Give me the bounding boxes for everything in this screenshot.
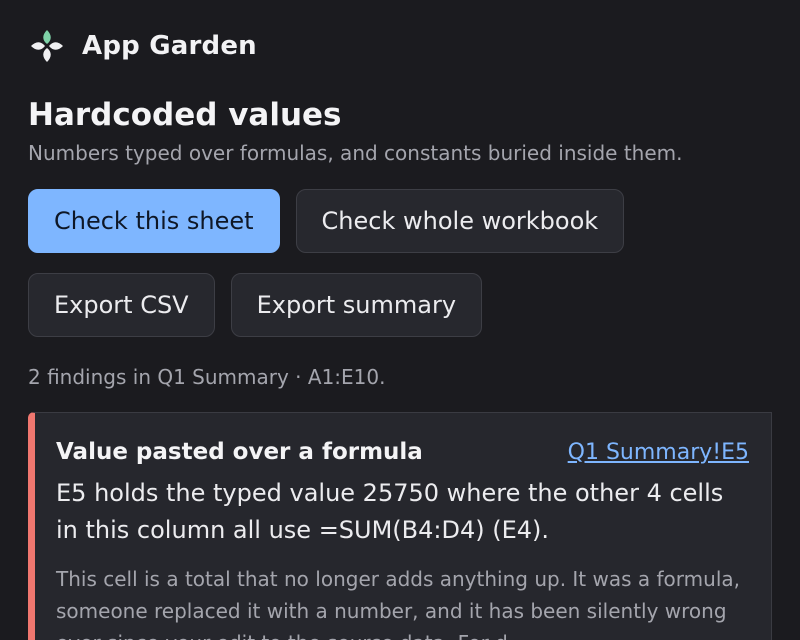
finding-title: Value pasted over a formula	[56, 439, 423, 465]
check-workbook-button[interactable]: Check whole workbook	[295, 189, 625, 253]
finding-description: E5 holds the typed value 25750 where the…	[56, 479, 724, 544]
export-summary-button[interactable]: Export summary	[230, 273, 483, 337]
check-actions: Check this sheet Check whole workbook	[28, 189, 772, 253]
flower-logo-icon	[28, 27, 66, 65]
export-actions: Export CSV Export summary	[28, 273, 772, 337]
page-subtitle: Numbers typed over formulas, and constan…	[28, 141, 683, 165]
finding-detail: This cell is a total that no longer adds…	[56, 567, 740, 640]
page-title: Hardcoded values	[28, 97, 342, 133]
finding-card: Value pasted over a formula Q1 Summary!E…	[28, 412, 772, 640]
finding-header: Value pasted over a formula Q1 Summary!E…	[56, 439, 749, 465]
app-name: App Garden	[82, 31, 257, 61]
export-csv-button[interactable]: Export CSV	[28, 273, 215, 337]
check-sheet-button[interactable]: Check this sheet	[28, 189, 280, 253]
findings-status: 2 findings in Q1 Summary · A1:E10.	[28, 365, 386, 389]
finding-location-link[interactable]: Q1 Summary!E5	[568, 440, 749, 465]
app-page: App Garden Hardcoded values Numbers type…	[0, 0, 800, 640]
app-header: App Garden	[28, 0, 772, 69]
